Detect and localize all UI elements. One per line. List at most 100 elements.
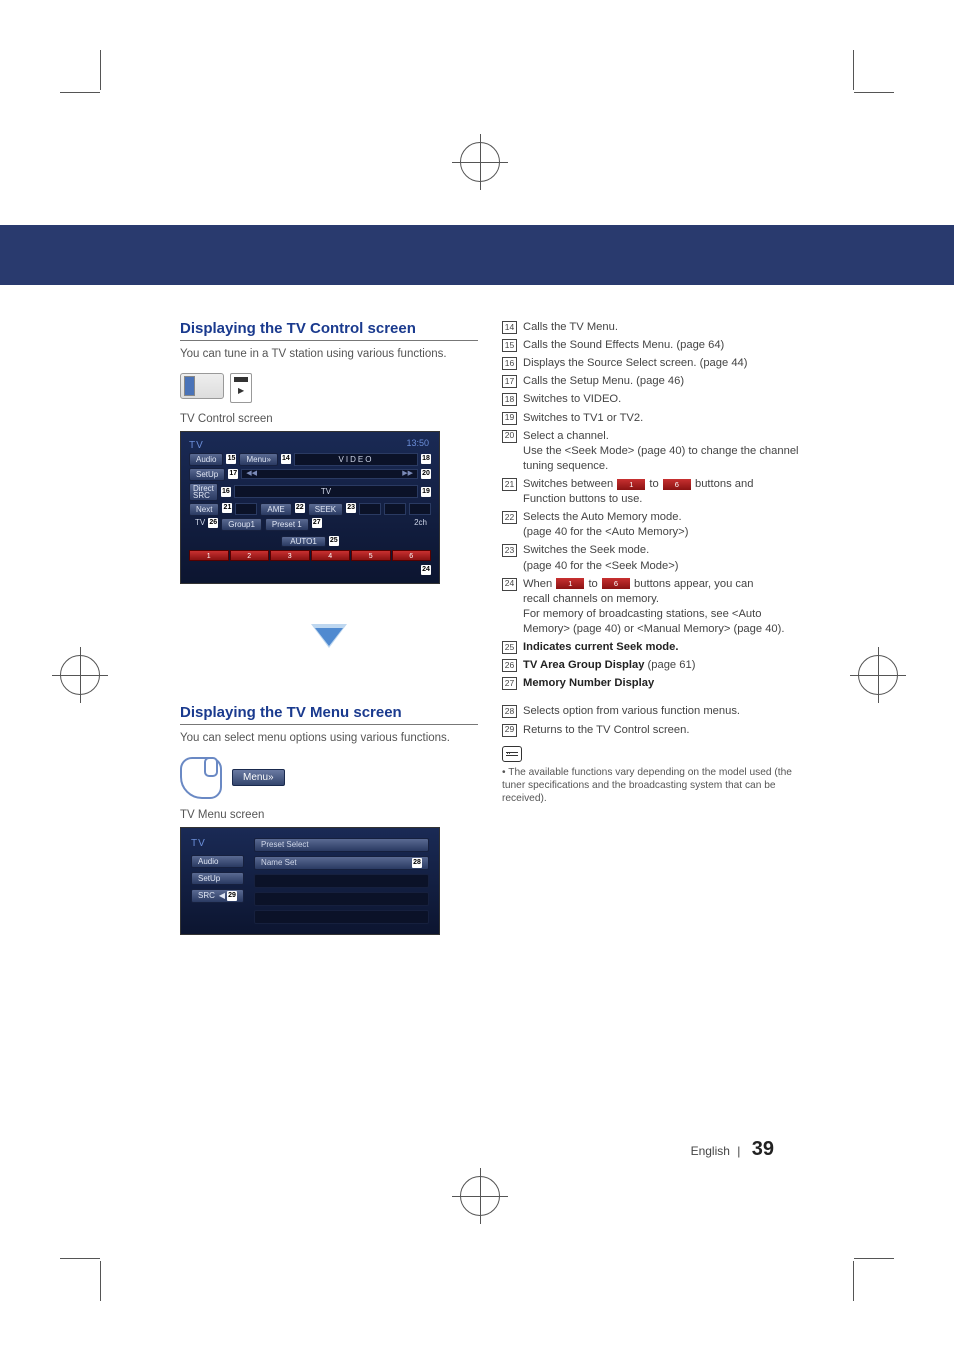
menu-audio-button[interactable]: Audio bbox=[191, 855, 244, 868]
seek-bar[interactable] bbox=[241, 469, 418, 479]
callout-21b: Function buttons to use. bbox=[523, 493, 642, 505]
menu-setup-button[interactable]: SetUp bbox=[191, 872, 244, 885]
menu-audio-label: Audio bbox=[198, 857, 218, 866]
intro-text-2: You can select menu options using variou… bbox=[180, 731, 478, 747]
menu-screen-caption: TV Menu screen bbox=[180, 809, 478, 821]
crop-mark bbox=[853, 50, 854, 90]
callout-27: Memory Number Display bbox=[523, 676, 654, 691]
menu-button[interactable]: Menu» bbox=[239, 453, 277, 466]
badge-27: 27 bbox=[312, 518, 322, 528]
crop-mark bbox=[60, 92, 100, 93]
tv-menu-screen: TV Audio SetUp SRC ◀ 29 bbox=[180, 827, 440, 935]
callout-24b: recall channels on memory. bbox=[523, 593, 659, 605]
preset-select-row[interactable]: Preset Select bbox=[254, 838, 429, 852]
preset-3[interactable]: 3 bbox=[270, 550, 310, 561]
name-set-row[interactable]: Name Set 28 bbox=[254, 856, 429, 870]
badge-24: 24 bbox=[421, 565, 431, 575]
hand-icon bbox=[180, 757, 222, 799]
callout-28: Selects option from various function men… bbox=[523, 704, 740, 719]
preset-6[interactable]: 6 bbox=[392, 550, 432, 561]
preset-4[interactable]: 4 bbox=[311, 550, 351, 561]
section-title-tv-control: Displaying the TV Control screen bbox=[180, 320, 478, 341]
badge-18: 18 bbox=[421, 454, 431, 464]
page-content: Displaying the TV Control screen You can… bbox=[180, 320, 800, 935]
callout-23a: Switches the Seek mode. bbox=[523, 544, 649, 556]
menu-setup-label: SetUp bbox=[198, 874, 220, 883]
num-15: 15 bbox=[502, 339, 517, 352]
badge-15: 15 bbox=[226, 454, 236, 464]
num-16: 16 bbox=[502, 357, 517, 370]
callout-24-pre: When bbox=[523, 578, 552, 590]
callout-16: Displays the Source Select screen. (page… bbox=[523, 356, 748, 371]
registration-mark bbox=[858, 655, 898, 695]
callout-15: Calls the Sound Effects Menu. (page 64) bbox=[523, 338, 724, 353]
ame-button[interactable]: AME bbox=[260, 503, 291, 516]
next-button[interactable]: Next bbox=[189, 503, 219, 516]
crop-mark bbox=[100, 1261, 101, 1301]
callout-22a: Selects the Auto Memory mode. bbox=[523, 511, 682, 523]
badge-16: 16 bbox=[221, 487, 231, 497]
preset-label: Preset 1 bbox=[272, 520, 302, 529]
setup-button[interactable]: SetUp bbox=[189, 468, 225, 481]
tv-label: TV bbox=[321, 487, 331, 496]
callout-26: TV Area Group Display (page 61) bbox=[523, 658, 695, 673]
menu-blank-row bbox=[254, 874, 429, 888]
crop-mark bbox=[853, 1261, 854, 1301]
callout-22b: (page 40 for the <Auto Memory>) bbox=[523, 526, 688, 538]
num-22: 22 bbox=[502, 511, 517, 524]
note-body: The available functions vary depending o… bbox=[502, 767, 792, 805]
badge-19: 19 bbox=[421, 487, 431, 497]
auto-mode-display: AUTO1 bbox=[281, 536, 326, 547]
menu-src-button[interactable]: SRC ◀ 29 bbox=[191, 889, 244, 903]
callout-18: Switches to VIDEO. bbox=[523, 392, 621, 407]
num-28: 28 bbox=[502, 705, 517, 718]
num-20: 20 bbox=[502, 430, 517, 443]
device-remote-icon bbox=[230, 373, 252, 403]
num-19: 19 bbox=[502, 412, 517, 425]
badge-20: 20 bbox=[421, 469, 431, 479]
footer-lang: English bbox=[691, 1144, 730, 1158]
video-button[interactable]: VIDEO bbox=[294, 453, 418, 466]
callout-24-mid: to bbox=[588, 578, 597, 590]
fn-slot[interactable] bbox=[409, 503, 431, 515]
menu-src-label: SRC bbox=[198, 891, 215, 900]
callout-24-post: buttons appear, you can bbox=[634, 578, 753, 590]
callout-22: Selects the Auto Memory mode. (page 40 f… bbox=[523, 510, 688, 540]
seek-button[interactable]: SEEK bbox=[308, 503, 343, 516]
fn-slot[interactable] bbox=[359, 503, 381, 515]
fn-slot[interactable] bbox=[235, 503, 257, 515]
auto-label: AUTO1 bbox=[290, 537, 317, 546]
chip-6: 6 bbox=[663, 479, 691, 490]
callout-19: Switches to TV1 or TV2. bbox=[523, 411, 643, 426]
audio-button[interactable]: Audio bbox=[189, 453, 223, 466]
preset-1[interactable]: 1 bbox=[189, 550, 229, 561]
preset-2[interactable]: 2 bbox=[230, 550, 270, 561]
direct-src-button[interactable]: DirectSRC bbox=[189, 483, 218, 501]
tv-indicator[interactable]: TV bbox=[234, 485, 418, 498]
header-band bbox=[0, 225, 954, 285]
tv-source-label: TV bbox=[195, 518, 205, 531]
callout-list-2: 28 Selects option from various function m… bbox=[502, 704, 800, 737]
callout-23: Switches the Seek mode. (page 40 for the… bbox=[523, 543, 678, 573]
fn-slot[interactable] bbox=[384, 503, 406, 515]
preset-5[interactable]: 5 bbox=[351, 550, 391, 561]
name-set-label: Name Set bbox=[261, 856, 297, 870]
callout-24c: For memory of broadcasting stations, see… bbox=[523, 608, 784, 635]
num-25: 25 bbox=[502, 641, 517, 654]
callout-21-post: buttons and bbox=[695, 478, 753, 490]
video-label: VIDEO bbox=[339, 455, 374, 464]
num-18: 18 bbox=[502, 393, 517, 406]
badge-25: 25 bbox=[329, 536, 339, 546]
tv-header: TV bbox=[189, 440, 431, 451]
badge-28: 28 bbox=[412, 858, 422, 868]
menu-label: Menu» bbox=[246, 455, 270, 464]
note-text: • The available functions vary depending… bbox=[502, 766, 800, 806]
seek-label: SEEK bbox=[315, 505, 336, 514]
flow-arrow-icon bbox=[311, 624, 347, 648]
menu-blank-row bbox=[254, 910, 429, 924]
tv-control-screen: 13:50 TV Audio 15 Menu» 14 VIDEO bbox=[180, 431, 440, 584]
preset-display: Preset 1 bbox=[265, 518, 309, 531]
callout-25: Indicates current Seek mode. bbox=[523, 640, 678, 655]
crop-mark bbox=[100, 50, 101, 90]
callout-24: When 1 to 6 buttons appear, you can reca… bbox=[523, 577, 800, 637]
